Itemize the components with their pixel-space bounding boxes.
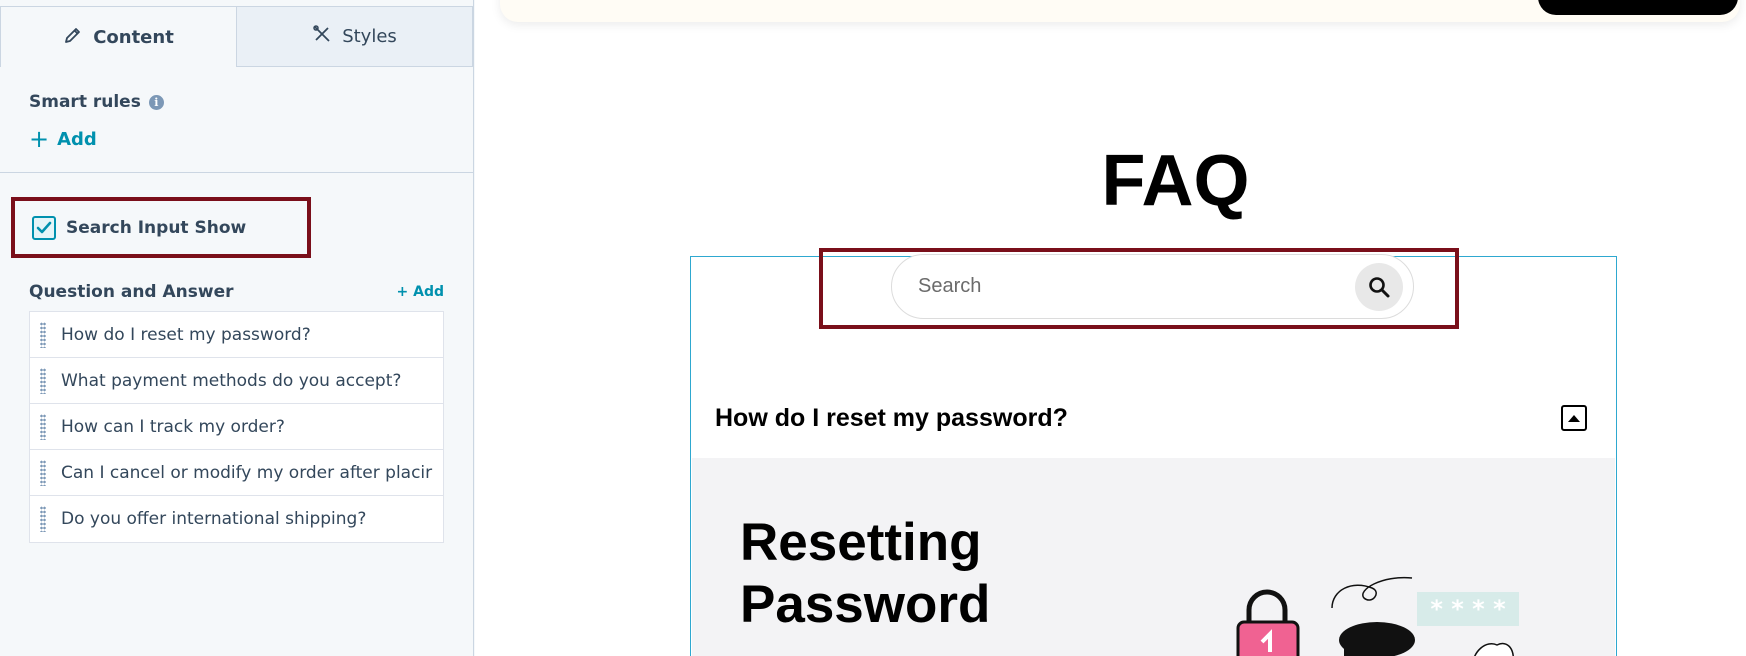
password-mask-text: * * * *: [1430, 595, 1506, 623]
password-illustration: * * * *: [1236, 576, 1519, 656]
tab-content[interactable]: Content: [0, 6, 237, 67]
smart-rules-label: Smart rules: [29, 92, 141, 112]
drag-handle-icon[interactable]: [40, 506, 46, 532]
search-input-show-option: Search Input Show: [11, 197, 311, 258]
answer-heading-line1: Resetting: [740, 513, 982, 572]
pencil-icon: [63, 25, 83, 50]
section-divider: [0, 172, 474, 173]
page-title: FAQ: [1101, 141, 1250, 221]
qa-list: How do I reset my password? What payment…: [29, 311, 444, 543]
tab-content-label: Content: [93, 26, 174, 48]
preview-top-banner: [500, 0, 1740, 22]
editor-tabs: Content Styles: [0, 6, 473, 67]
preview-canvas: FAQ How do I reset my password? Resettin…: [475, 0, 1746, 656]
list-item[interactable]: What payment methods do you accept?: [30, 358, 443, 404]
drag-handle-icon[interactable]: [40, 459, 46, 486]
drag-handle-icon[interactable]: [40, 367, 46, 394]
info-icon[interactable]: i: [148, 94, 164, 110]
list-item[interactable]: Do you offer international shipping?: [30, 496, 443, 542]
collapse-icon[interactable]: [1561, 405, 1587, 431]
list-item-label: What payment methods do you accept?: [61, 370, 402, 391]
add-smart-rule-button[interactable]: + Add: [29, 127, 97, 151]
search-input-show-checkbox[interactable]: [32, 215, 56, 240]
accordion-item-header[interactable]: How do I reset my password?: [692, 378, 1615, 458]
tab-styles-label: Styles: [342, 26, 397, 47]
list-item-label: Can I cancel or modify my order after pl…: [61, 462, 433, 483]
qa-section-title: Question and Answer: [29, 282, 234, 302]
answer-heading-line2: Password: [740, 575, 991, 634]
answer-heading: Resetting Password: [740, 512, 990, 636]
accordion-question: How do I reset my password?: [715, 403, 1068, 432]
list-item[interactable]: How can I track my order?: [30, 404, 443, 450]
editor-sidebar: Content Styles Smart rules i + Add Searc…: [0, 0, 474, 656]
add-question-button[interactable]: + Add: [397, 284, 444, 300]
search-highlight-box: [819, 248, 1459, 329]
smart-rules-heading: Smart rules i: [29, 92, 164, 112]
drag-handle-icon[interactable]: [40, 413, 46, 440]
banner-button[interactable]: [1538, 0, 1738, 15]
drag-handle-icon[interactable]: [40, 321, 46, 348]
qa-section-header: Question and Answer + Add: [29, 282, 444, 302]
list-item-label: Do you offer international shipping?: [61, 509, 367, 529]
list-item-label: How do I reset my password?: [61, 324, 311, 345]
brush-icon: [312, 24, 332, 49]
search-input-show-label[interactable]: Search Input Show: [66, 218, 246, 238]
tab-styles[interactable]: Styles: [237, 6, 473, 67]
list-item[interactable]: Can I cancel or modify my order after pl…: [30, 450, 443, 496]
plus-icon: +: [29, 125, 50, 153]
checkmark-icon: [36, 221, 52, 233]
list-item-label: How can I track my order?: [61, 416, 285, 437]
add-smart-rule-label: Add: [57, 128, 97, 150]
accordion-answer: Resetting Password * * * *: [692, 458, 1615, 656]
list-item[interactable]: How do I reset my password?: [30, 312, 443, 358]
